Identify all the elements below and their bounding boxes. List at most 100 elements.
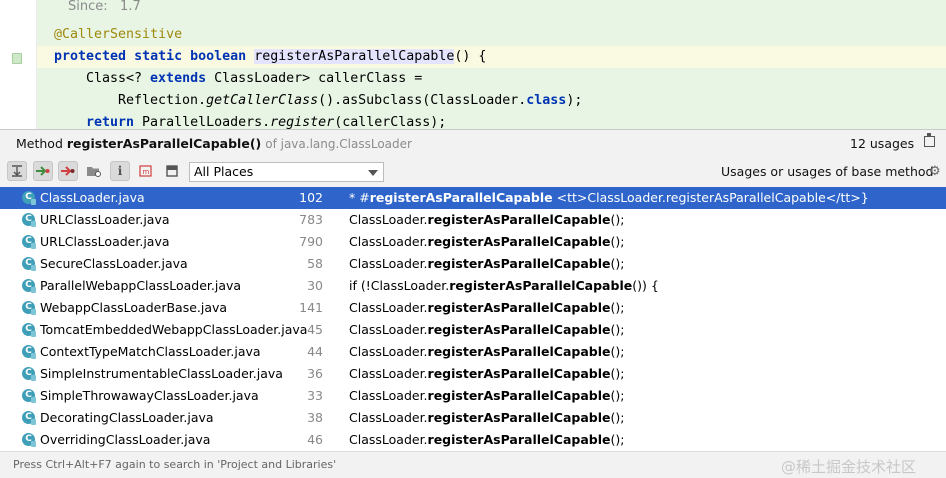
pin-icon[interactable]	[924, 133, 935, 147]
group-by-method-button[interactable]: m	[136, 161, 156, 181]
usage-file-name: SimpleThrowawayClassLoader.java	[40, 388, 259, 403]
usage-row[interactable]: C SimpleInstrumentableClassLoader.java 36 C…	[0, 363, 946, 385]
code-text: register	[270, 115, 335, 130]
snippet-pre: * #	[349, 190, 370, 205]
snippet-match: registerAsParallelCapable	[427, 410, 611, 425]
show-write-access-button[interactable]	[58, 161, 78, 181]
snippet-pre: ClassLoader.	[349, 256, 428, 271]
class-file-icon: C	[22, 389, 36, 403]
popup-title: Method registerAsParallelCapable() of ja…	[16, 136, 412, 151]
snippet-match: registerAsParallelCapable	[449, 278, 633, 293]
class-file-icon: C	[22, 279, 36, 293]
keyword: static	[134, 49, 183, 64]
usage-row[interactable]: C URLClassLoader.java 790 ClassLoader.regis…	[0, 231, 946, 253]
code-line-class: Class<? extends ClassLoader> callerClass…	[86, 68, 422, 90]
popup-footer: Press Ctrl+Alt+F7 again to search in 'Pr…	[0, 451, 946, 478]
usage-row[interactable]: C WebappClassLoaderBase.java 141 ClassLoade…	[0, 297, 946, 319]
usage-row[interactable]: C ParallelWebappClassLoader.java 30 if (!Cl…	[0, 275, 946, 297]
usage-line-number: 33	[307, 388, 323, 403]
usage-row[interactable]: C OverridingClassLoader.java 46 ClassLoader…	[0, 429, 946, 451]
usage-row[interactable]: C DecoratingClassLoader.java 38 ClassLoader…	[0, 407, 946, 429]
method-package: of java.lang.ClassLoader	[265, 137, 412, 151]
doc-since-value: 1.7	[120, 0, 141, 14]
usage-file-name: SimpleInstrumentableClassLoader.java	[40, 366, 283, 381]
snippet-match: registerAsParallelCapable	[427, 300, 611, 315]
class-file-icon: C	[22, 433, 36, 447]
preview-icon	[166, 165, 178, 177]
preview-button[interactable]	[162, 161, 182, 181]
snippet-match: registerAsParallelCapable	[427, 256, 611, 271]
usage-row[interactable]: C URLClassLoader.java 783 ClassLoader.regis…	[0, 209, 946, 231]
merge-usages-button[interactable]	[7, 161, 27, 181]
snippet-pre: ClassLoader.	[349, 234, 428, 249]
snippet-pre: if (!ClassLoader.	[349, 278, 450, 293]
snippet-match: registerAsParallelCapable	[427, 322, 611, 337]
usage-row[interactable]: C SecureClassLoader.java 58 ClassLoader.reg…	[0, 253, 946, 275]
usage-line-number: 45	[307, 322, 323, 337]
snippet-pre: ClassLoader.	[349, 212, 428, 227]
code-text: () {	[454, 49, 487, 64]
annotation-text: @CallerSensitive	[54, 27, 183, 42]
snippet-pre: ClassLoader.	[349, 322, 428, 337]
show-usages-popup: Method registerAsParallelCapable() of ja…	[0, 129, 946, 478]
usage-file-name: WebappClassLoaderBase.java	[40, 300, 228, 315]
scope-select[interactable]: All Places	[189, 162, 384, 182]
usage-file-name: OverridingClassLoader.java	[40, 432, 211, 447]
keyword: return	[86, 115, 135, 130]
usages-list[interactable]: C ClassLoader.java 102 * #registerAsParalle…	[0, 187, 946, 451]
snippet-match: registerAsParallelCapable	[427, 366, 611, 381]
class-file-icon: C	[22, 323, 36, 337]
snippet-pre: ClassLoader.	[349, 410, 428, 425]
svg-text:m: m	[143, 168, 150, 176]
usage-line-number: 44	[307, 344, 323, 359]
doc-since-label: Since:	[68, 0, 108, 14]
snippet-post: ();	[610, 212, 625, 227]
usage-snippet: * #registerAsParallelCapable <tt>ClassLo…	[349, 187, 869, 209]
show-read-access-button[interactable]	[33, 161, 53, 181]
usage-line-number: 58	[307, 256, 323, 271]
snippet-post: ();	[610, 322, 625, 337]
class-file-icon: C	[22, 301, 36, 315]
code-text: ParallelLoaders.	[134, 115, 271, 130]
usage-file-name: URLClassLoader.java	[40, 234, 170, 249]
class-file-icon: C	[22, 257, 36, 271]
code-line-annotation: @CallerSensitive	[54, 24, 182, 46]
usage-line-number: 102	[299, 190, 323, 205]
usage-row[interactable]: C ContextTypeMatchClassLoader.java 44 Class…	[0, 341, 946, 363]
code-editor[interactable]: Since: 1.7 @CallerSensitive protected st…	[0, 0, 946, 130]
snippet-match: registerAsParallelCapable	[427, 234, 611, 249]
class-file-icon: C	[22, 191, 36, 205]
snippet-post: ();	[610, 410, 625, 425]
snippet-post: ();	[610, 366, 625, 381]
snippet-match: registerAsParallelCapable	[369, 190, 553, 205]
snippet-pre: ClassLoader.	[349, 366, 428, 381]
write-access-icon	[61, 166, 75, 176]
class-file-icon: C	[22, 345, 36, 359]
group-by-file-structure-button[interactable]	[84, 161, 104, 181]
show-info-button[interactable]: i	[110, 161, 130, 181]
snippet-post: ();	[610, 432, 625, 447]
code-text: Class<?	[86, 71, 151, 86]
popup-header: Method registerAsParallelCapable() of ja…	[0, 130, 946, 157]
usage-line-number: 30	[307, 278, 323, 293]
usage-snippet: ClassLoader.registerAsParallelCapable();	[349, 297, 624, 319]
title-prefix: Method	[16, 136, 63, 151]
code-text: );	[566, 93, 583, 108]
usages-mode-label: Usages or usages of base method	[721, 164, 934, 179]
keyword: boolean	[190, 49, 247, 64]
snippet-post: ();	[610, 300, 625, 315]
snippet-post: ();	[610, 388, 625, 403]
usage-row[interactable]: C ClassLoader.java 102 * #registerAsParalle…	[0, 187, 946, 209]
usage-row[interactable]: C TomcatEmbeddedWebappClassLoader.java 45 C…	[0, 319, 946, 341]
code-text: getCallerClass	[206, 93, 319, 108]
usage-snippet: ClassLoader.registerAsParallelCapable();	[349, 341, 624, 363]
chevron-down-icon	[368, 170, 378, 176]
footer-hint: Press Ctrl+Alt+F7 again to search in 'Pr…	[13, 458, 337, 471]
usage-line-number: 36	[307, 366, 323, 381]
method-name[interactable]: registerAsParallelCapable	[254, 49, 455, 64]
implementation-marker-icon[interactable]	[12, 53, 22, 64]
usage-snippet: ClassLoader.registerAsParallelCapable();	[349, 407, 624, 429]
usage-row[interactable]: C SimpleThrowawayClassLoader.java 33 ClassL…	[0, 385, 946, 407]
gear-icon[interactable]: ⚙	[929, 165, 941, 179]
snippet-pre: ClassLoader.	[349, 300, 428, 315]
